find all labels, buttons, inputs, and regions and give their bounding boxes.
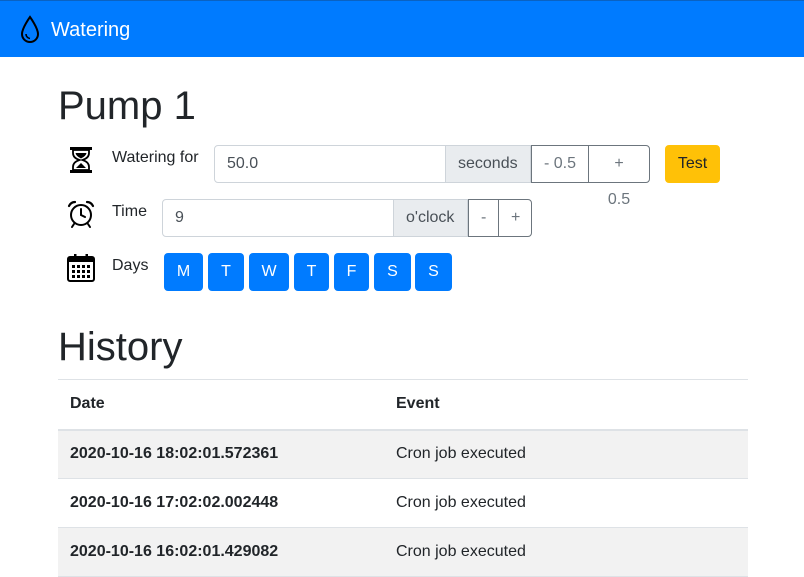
alarm-clock-icon <box>66 199 96 229</box>
row-date: 2020-10-16 17:02:02.002448 <box>58 478 384 528</box>
watering-input-group: 50.0 seconds - 0.5 + 0.5 <box>214 145 650 208</box>
row-event: Cron job executed <box>384 429 748 479</box>
day-button-saturday[interactable]: S <box>374 253 411 291</box>
decrement-time-button[interactable]: - <box>468 199 499 237</box>
test-button[interactable]: Test <box>665 145 720 183</box>
seconds-unit: seconds <box>446 145 531 183</box>
calendar-icon <box>66 253 96 283</box>
hourglass-icon <box>66 145 96 175</box>
row-event: Cron job executed <box>384 478 748 528</box>
time-label: Time <box>112 203 147 220</box>
table-header-row: Date Event <box>58 379 748 431</box>
table-row: 2020-10-16 17:02:02.002448 Cron job exec… <box>58 478 748 528</box>
history-table: Date Event 2020-10-16 18:02:01.572361 Cr… <box>58 379 748 577</box>
history-title: History <box>58 325 183 369</box>
row-date: 2020-10-16 18:02:01.572361 <box>58 429 384 479</box>
day-button-friday[interactable]: F <box>334 253 369 291</box>
brand-link[interactable]: Watering <box>51 18 130 42</box>
days-label: Days <box>112 257 149 274</box>
increment-time-button[interactable]: + <box>498 199 532 237</box>
pump-title: Pump 1 <box>58 84 196 128</box>
time-input-group: 9 o'clock - + <box>162 199 532 237</box>
time-input[interactable]: 9 <box>162 199 394 237</box>
table-row: 2020-10-16 18:02:01.572361 Cron job exec… <box>58 429 748 479</box>
day-button-sunday[interactable]: S <box>415 253 452 291</box>
row-event: Cron job executed <box>384 527 748 577</box>
navbar: Watering <box>0 0 804 57</box>
day-button-monday[interactable]: M <box>164 253 203 291</box>
day-button-wednesday[interactable]: W <box>249 253 289 291</box>
increment-duration-button[interactable]: + 0.5 <box>588 145 650 208</box>
column-header-event: Event <box>384 379 748 431</box>
day-button-thursday[interactable]: T <box>294 253 329 291</box>
table-row: 2020-10-16 16:02:01.429082 Cron job exec… <box>58 527 748 577</box>
decrement-duration-button[interactable]: - 0.5 <box>531 145 589 183</box>
water-drop-icon <box>19 15 41 45</box>
row-date: 2020-10-16 16:02:01.429082 <box>58 527 384 577</box>
day-button-tuesday[interactable]: T <box>208 253 244 291</box>
watering-duration-input[interactable]: 50.0 <box>214 145 446 183</box>
oclock-unit: o'clock <box>394 199 468 237</box>
column-header-date: Date <box>58 379 384 431</box>
watering-label: Watering for <box>112 149 199 166</box>
